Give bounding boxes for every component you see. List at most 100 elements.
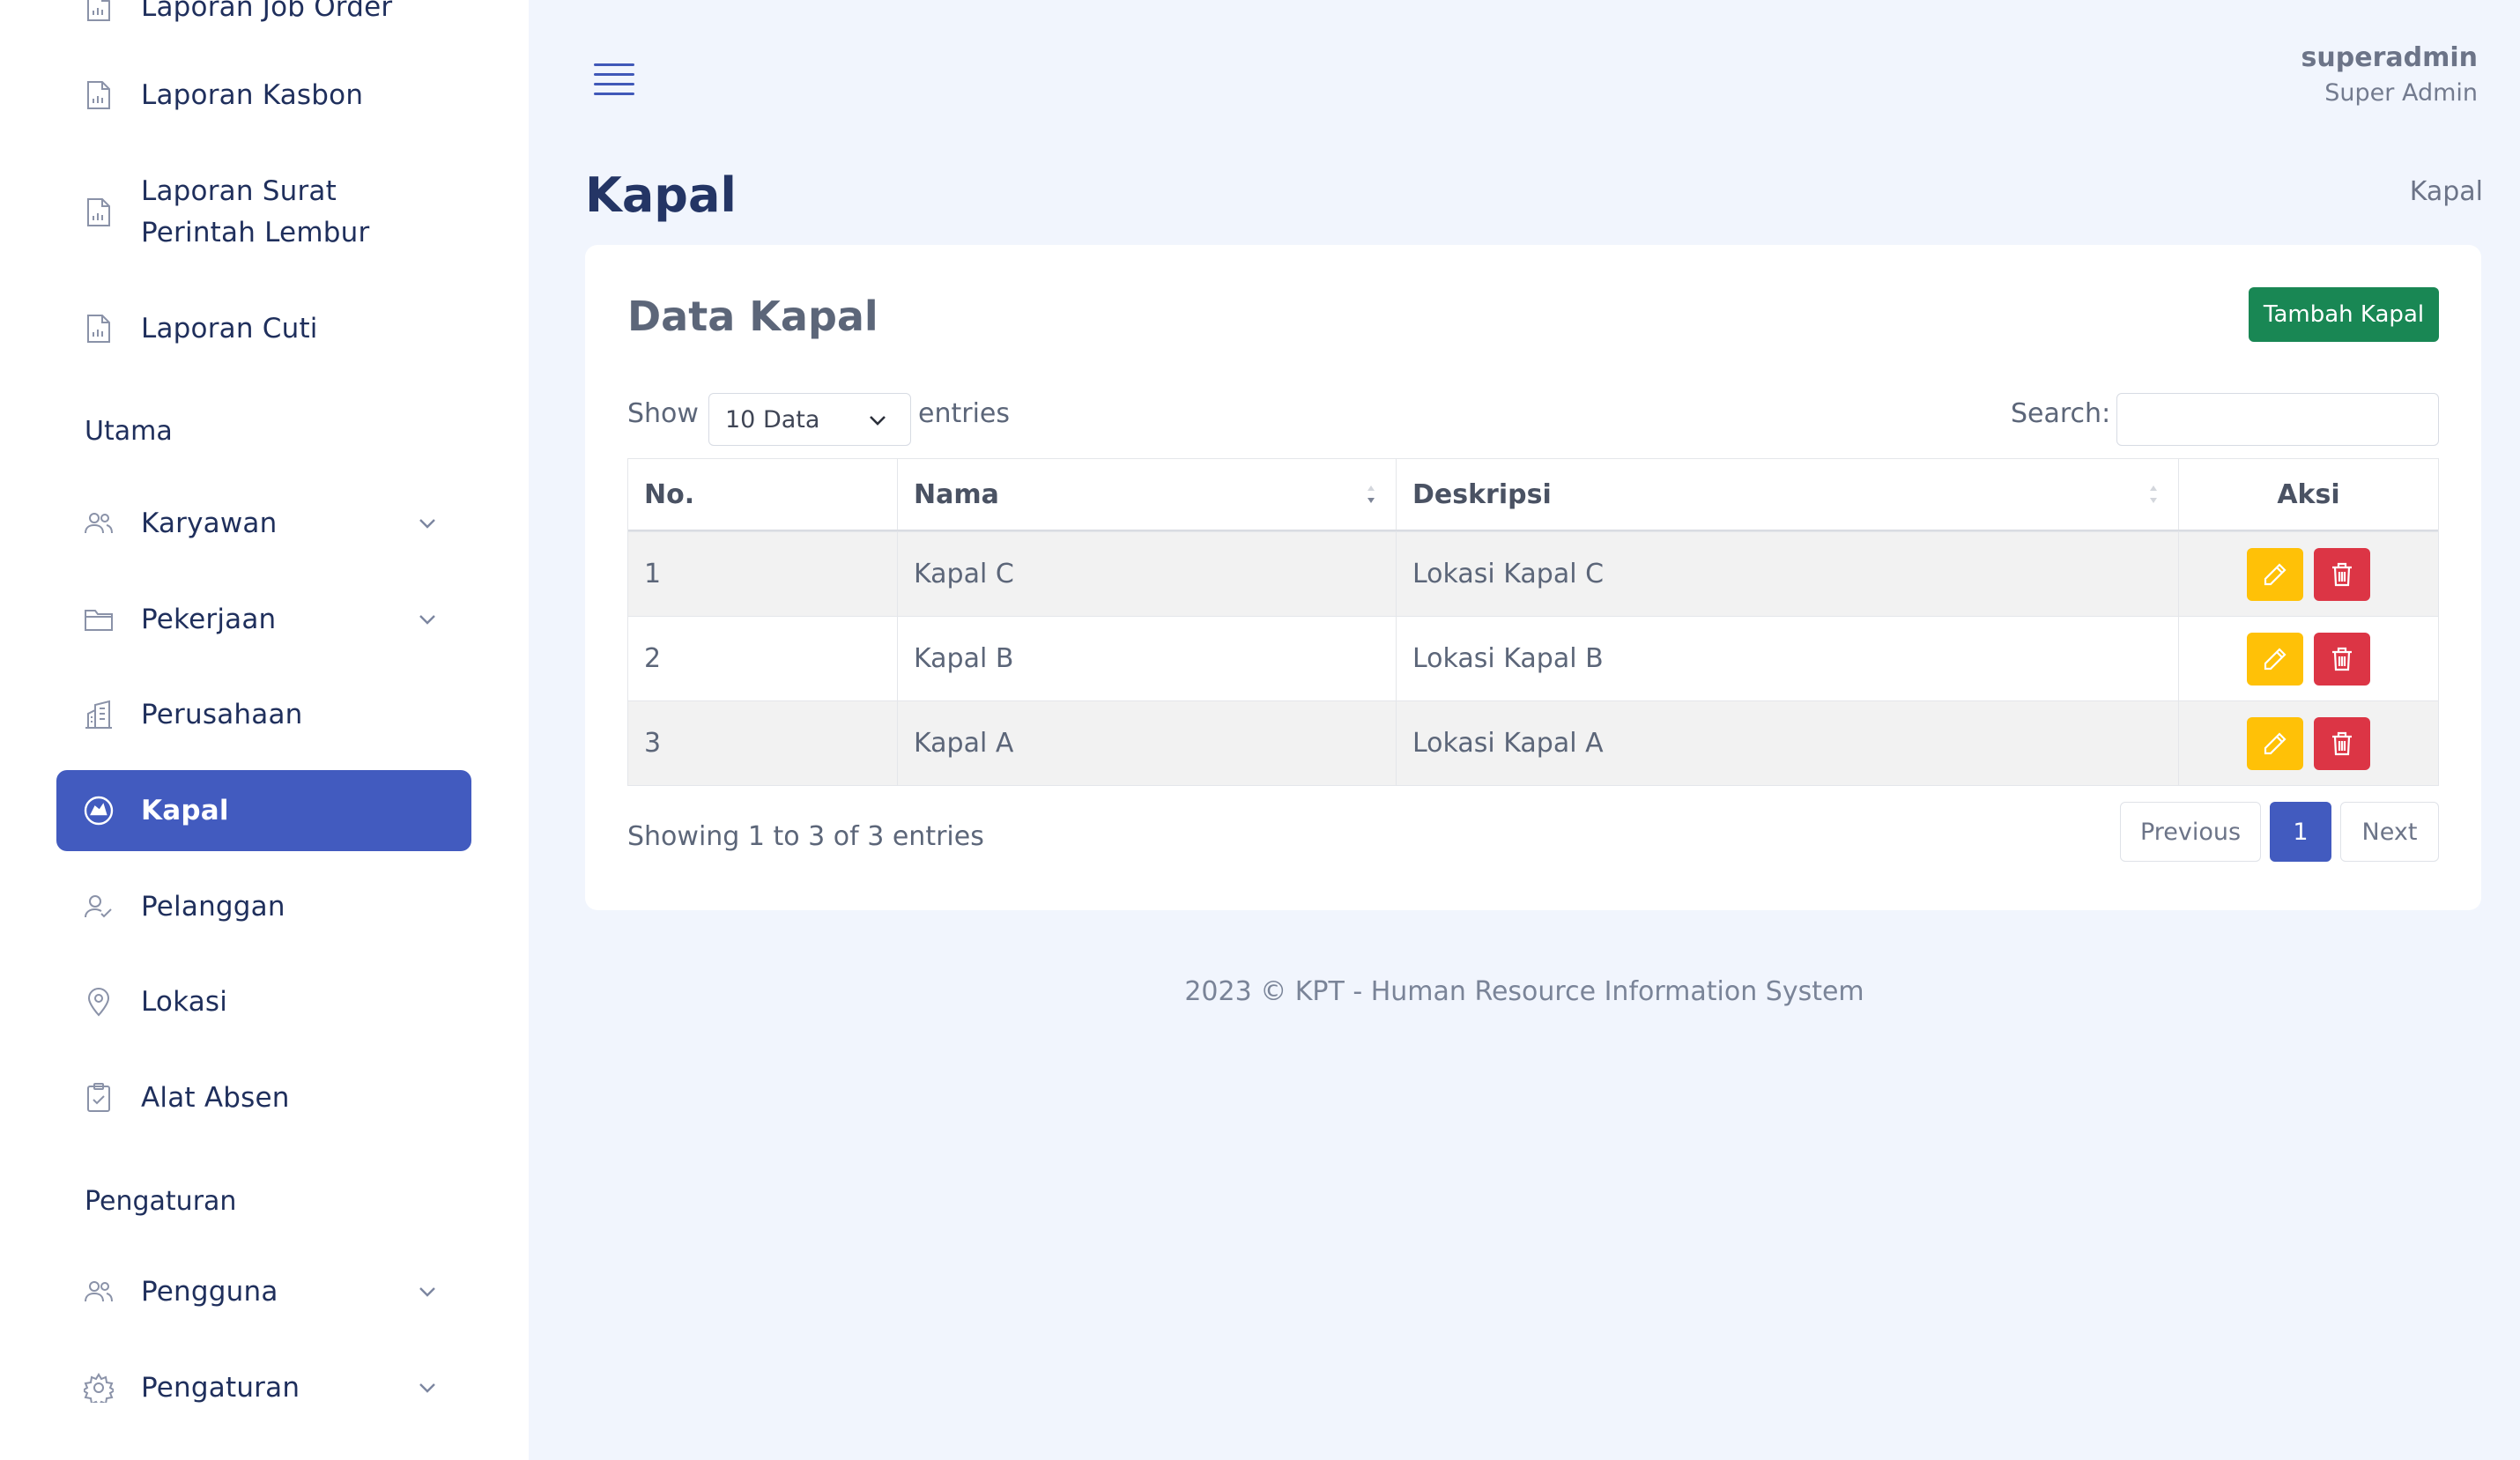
page-size-value: 10 Data bbox=[725, 405, 820, 434]
ship-icon bbox=[83, 795, 115, 826]
add-kapal-button[interactable]: Tambah Kapal bbox=[2249, 287, 2439, 342]
sidebar-item-laporan-kasbon[interactable]: Laporan Kasbon bbox=[56, 55, 471, 136]
report-icon bbox=[83, 196, 115, 228]
sidebar-item-kapal[interactable]: Kapal bbox=[56, 770, 471, 851]
sort-icon bbox=[1367, 485, 1375, 503]
cell-deskripsi: Lokasi Kapal C bbox=[1397, 532, 2179, 616]
sidebar-item-label: Pengguna bbox=[141, 1275, 278, 1308]
sidebar-section-pengaturan: Pengaturan bbox=[85, 1186, 237, 1217]
report-icon bbox=[83, 79, 115, 111]
sidebar-item-karyawan[interactable]: Karyawan bbox=[56, 483, 471, 564]
cell-aksi bbox=[2179, 532, 2438, 616]
delete-button[interactable] bbox=[2314, 632, 2370, 686]
building-icon bbox=[83, 699, 115, 730]
trash-icon bbox=[2332, 562, 2352, 586]
pencil-icon bbox=[2264, 731, 2287, 754]
cell-aksi bbox=[2179, 617, 2438, 700]
table-header-row: No. Nama Deskripsi Aksi bbox=[628, 459, 2438, 531]
sidebar-item-label: Pelanggan bbox=[141, 890, 285, 923]
column-header-label: Deskripsi bbox=[1412, 478, 1552, 510]
folder-icon bbox=[83, 604, 115, 635]
column-header-deskripsi[interactable]: Deskripsi bbox=[1397, 459, 2179, 530]
kapal-table: No. Nama Deskripsi Aksi 1 Kapal C Lokasi… bbox=[627, 458, 2439, 786]
users-icon bbox=[83, 508, 115, 539]
cell-no: 3 bbox=[628, 701, 898, 785]
sidebar-item-label: Lokasi bbox=[141, 985, 228, 1018]
pencil-icon bbox=[2264, 562, 2287, 585]
pencil-icon bbox=[2264, 647, 2287, 670]
cell-nama: Kapal A bbox=[898, 701, 1397, 785]
clipboard-check-icon bbox=[83, 1082, 115, 1114]
sidebar-item-label: Laporan Cuti bbox=[141, 312, 318, 345]
breadcrumb: Kapal bbox=[2409, 176, 2483, 207]
sort-icon bbox=[2150, 485, 2157, 503]
footer: 2023 © KPT - Human Resource Information … bbox=[1184, 976, 1864, 1007]
show-label: Show bbox=[627, 398, 699, 429]
report-icon bbox=[83, 313, 115, 345]
sidebar: Laporan Job Order Laporan Kasbon Laporan… bbox=[0, 0, 529, 1460]
chevron-down-icon bbox=[415, 607, 440, 632]
search-input[interactable] bbox=[2116, 393, 2439, 446]
sidebar-item-pelanggan[interactable]: Pelanggan bbox=[56, 866, 471, 947]
sidebar-item-label: Karyawan bbox=[141, 507, 278, 539]
sidebar-item-pengguna[interactable]: Pengguna bbox=[56, 1251, 471, 1332]
page-size-select[interactable]: 10 Data bbox=[708, 393, 911, 446]
pagination: Previous 1 Next bbox=[2120, 802, 2439, 862]
chevron-down-icon bbox=[415, 511, 440, 536]
sidebar-item-label: Laporan Surat Perintah Lembur bbox=[141, 175, 370, 248]
column-header-nama[interactable]: Nama bbox=[898, 459, 1397, 530]
cell-nama: Kapal C bbox=[898, 532, 1397, 616]
delete-button[interactable] bbox=[2314, 716, 2370, 770]
sidebar-item-label: Laporan Job Order bbox=[141, 0, 393, 23]
card-title: Data Kapal bbox=[627, 293, 878, 340]
sidebar-item-laporan-job-order[interactable]: Laporan Job Order bbox=[56, 0, 471, 48]
sidebar-item-label: Laporan Kasbon bbox=[141, 78, 364, 111]
trash-icon bbox=[2332, 647, 2352, 671]
edit-button[interactable] bbox=[2247, 632, 2303, 686]
cell-deskripsi: Lokasi Kapal A bbox=[1397, 701, 2179, 785]
sidebar-item-laporan-surat-perintah-lembur[interactable]: Laporan Surat Perintah Lembur bbox=[56, 164, 471, 261]
sidebar-item-label: Perusahaan bbox=[141, 698, 303, 730]
table-row: 2 Kapal B Lokasi Kapal B bbox=[628, 616, 2438, 700]
gear-icon bbox=[83, 1372, 115, 1404]
cell-no: 1 bbox=[628, 532, 898, 616]
page-title: Kapal bbox=[585, 167, 737, 223]
page-1-button[interactable]: 1 bbox=[2270, 802, 2331, 862]
customer-icon bbox=[83, 891, 115, 923]
cell-no: 2 bbox=[628, 617, 898, 700]
sidebar-item-label: Kapal bbox=[141, 794, 229, 826]
sidebar-section-utama: Utama bbox=[85, 416, 173, 447]
sidebar-item-alat-absen[interactable]: Alat Absen bbox=[56, 1057, 471, 1138]
table-info: Showing 1 to 3 of 3 entries bbox=[627, 821, 984, 852]
entries-label: entries bbox=[918, 398, 1010, 429]
column-header-no[interactable]: No. bbox=[628, 459, 898, 530]
delete-button[interactable] bbox=[2314, 547, 2370, 601]
sidebar-item-label: Pengaturan bbox=[141, 1371, 300, 1404]
report-icon bbox=[83, 0, 115, 23]
sidebar-item-pekerjaan[interactable]: Pekerjaan bbox=[56, 579, 471, 660]
previous-page-button[interactable]: Previous bbox=[2120, 802, 2261, 862]
column-header-aksi: Aksi bbox=[2277, 478, 2340, 510]
sidebar-item-laporan-cuti[interactable]: Laporan Cuti bbox=[56, 288, 471, 369]
user-role: Super Admin bbox=[2324, 79, 2478, 107]
users-icon bbox=[83, 1276, 115, 1308]
chevron-down-icon bbox=[866, 409, 889, 432]
table-row: 1 Kapal C Lokasi Kapal C bbox=[628, 531, 2438, 616]
cell-deskripsi: Lokasi Kapal B bbox=[1397, 617, 2179, 700]
edit-button[interactable] bbox=[2247, 547, 2303, 601]
chevron-down-icon bbox=[415, 1279, 440, 1304]
sidebar-item-label: Alat Absen bbox=[141, 1081, 290, 1114]
sidebar-item-label: Pekerjaan bbox=[141, 603, 277, 635]
edit-button[interactable] bbox=[2247, 716, 2303, 770]
hamburger-menu-icon[interactable] bbox=[594, 63, 634, 99]
sidebar-item-perusahaan[interactable]: Perusahaan bbox=[56, 674, 471, 755]
search-label: Search: bbox=[2011, 398, 2111, 429]
sidebar-item-lokasi[interactable]: Lokasi bbox=[56, 961, 471, 1042]
location-pin-icon bbox=[83, 986, 115, 1018]
user-name[interactable]: superadmin bbox=[2301, 42, 2478, 73]
sidebar-item-pengaturan[interactable]: Pengaturan bbox=[56, 1347, 471, 1428]
next-page-button[interactable]: Next bbox=[2340, 802, 2439, 862]
chevron-down-icon bbox=[415, 1375, 440, 1400]
cell-nama: Kapal B bbox=[898, 617, 1397, 700]
cell-aksi bbox=[2179, 701, 2438, 785]
